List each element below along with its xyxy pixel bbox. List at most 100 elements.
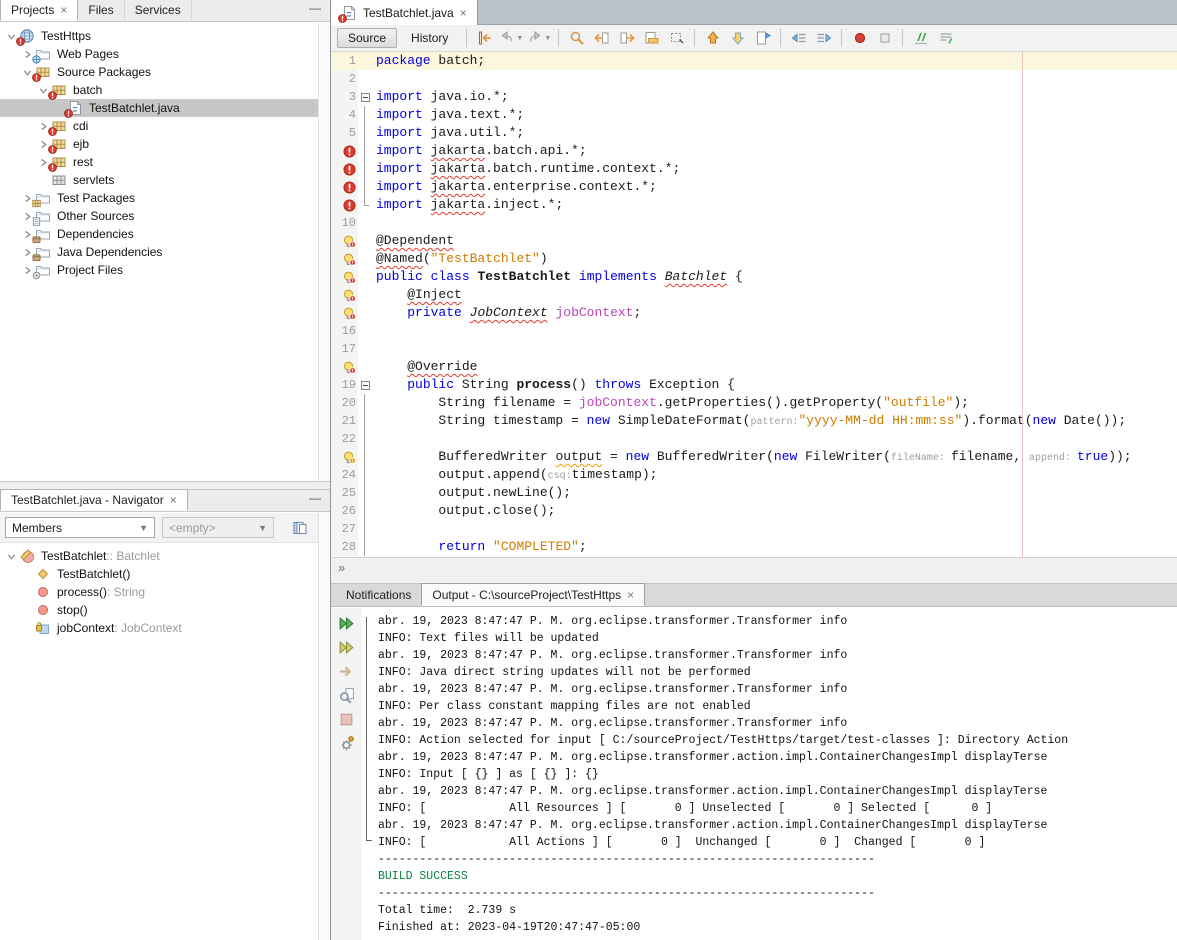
output-tab-output-c-sourceproject-testhttps[interactable]: Output - C:\sourceProject\TestHttps× [421, 583, 645, 606]
output-tab-notifications[interactable]: Notifications [336, 583, 421, 606]
expander-open-icon[interactable] [4, 550, 18, 562]
inherited-filter-select[interactable]: <empty> ▼ [162, 517, 274, 538]
navigator-toolbar: Members ▼ <empty> ▼ [0, 513, 318, 543]
output-console[interactable]: abr. 19, 2023 8:47:47 P. M. org.eclipse.… [362, 608, 1177, 940]
error-annotation-icon[interactable] [343, 199, 356, 212]
tree-item-rest[interactable]: rest [0, 153, 318, 171]
minimize-icon[interactable]: — [309, 1, 321, 15]
tree-item-project-files[interactable]: Project Files [0, 261, 318, 279]
fold-collapse-icon[interactable] [361, 93, 370, 102]
tree-item-testhttps[interactable]: TestHttps [0, 27, 318, 45]
tree-item-ejb[interactable]: ejb [0, 135, 318, 153]
show-columns-button[interactable] [287, 516, 313, 539]
start-macro-recording-icon [852, 30, 868, 46]
fold-start-marker[interactable] [358, 376, 372, 394]
bulb-error-annotation-icon[interactable] [343, 361, 356, 374]
shift-line-left-button[interactable] [787, 28, 810, 49]
line-number: 10 [342, 216, 356, 230]
stop-build-button[interactable] [334, 708, 358, 731]
find-previous-occurrence-button[interactable] [590, 28, 613, 49]
shift-line-left-icon [791, 30, 807, 46]
find-next-occurrence-icon [619, 30, 635, 46]
close-icon[interactable]: × [170, 495, 177, 505]
tree-item-web-pages[interactable]: Web Pages [0, 45, 318, 63]
history-view-button[interactable]: History [401, 29, 458, 47]
output-settings-button[interactable] [334, 732, 358, 755]
close-icon[interactable]: × [60, 5, 67, 15]
gutter-cell: 22 [331, 430, 358, 448]
minimize-icon[interactable]: — [309, 491, 321, 505]
tree-item-dependencies[interactable]: Dependencies [0, 225, 318, 243]
projects-tab-files[interactable]: Files [78, 0, 124, 21]
toggle-rectangular-selection-button[interactable] [665, 28, 688, 49]
breadcrumb-expand-icon[interactable]: » [338, 560, 344, 575]
tree-item-stop[interactable]: stop() [0, 601, 318, 619]
tree-item-process[interactable]: process() : String [0, 583, 318, 601]
chevron-down-icon[interactable]: ▼ [544, 35, 551, 42]
code-text: output.close(); [372, 502, 555, 520]
tree-item-testbatchlet[interactable]: TestBatchlet :: Batchlet [0, 547, 318, 565]
output-line-5: abr. 19, 2023 8:47:47 P. M. org.eclipse.… [378, 681, 1177, 698]
projects-tab-label: Projects [11, 3, 54, 17]
code-text [372, 430, 376, 448]
search-in-output-button[interactable] [334, 684, 358, 707]
projects-tab-services[interactable]: Services [125, 0, 192, 21]
fold-collapse-icon[interactable] [361, 381, 370, 390]
toggle-highlight-search-button[interactable] [640, 28, 663, 49]
code-text [372, 520, 376, 538]
bulb-error-annotation-icon[interactable] [343, 289, 356, 302]
output-line-16: BUILD SUCCESS [378, 868, 1177, 885]
jump-to-last-edit-button[interactable] [473, 28, 496, 49]
bulb-error-annotation-icon[interactable] [343, 235, 356, 248]
fold-start-marker[interactable] [358, 88, 372, 106]
error-annotation-icon[interactable] [343, 163, 356, 176]
next-bookmark-button[interactable] [726, 28, 749, 49]
output-tab-label: Notifications [346, 588, 411, 602]
bulb-error-annotation-icon[interactable] [343, 253, 356, 266]
output-fold-guide[interactable] [366, 617, 372, 841]
tree-item-servlets[interactable]: servlets [0, 171, 318, 189]
bulb-error-annotation-icon[interactable] [343, 307, 356, 320]
tree-item-java-dependencies[interactable]: Java Dependencies [0, 243, 318, 261]
tab-testbatchlet-java[interactable]: TestBatchlet.java × [331, 0, 478, 25]
back-button[interactable]: ▼ [498, 28, 524, 49]
toggle-bookmark-button[interactable] [751, 28, 774, 49]
previous-bookmark-button[interactable] [701, 28, 724, 49]
find-button[interactable] [565, 28, 588, 49]
members-view-select[interactable]: Members ▼ [5, 517, 155, 538]
rerun-with-different-parameters-button[interactable] [334, 636, 358, 659]
tree-item-testbatchlet[interactable]: TestBatchlet() [0, 565, 318, 583]
close-icon[interactable]: × [627, 590, 634, 600]
projects-tab-projects[interactable]: Projects × [0, 0, 78, 21]
uncomment-button[interactable] [934, 28, 957, 49]
error-annotation-icon[interactable] [343, 181, 356, 194]
line-number: 20 [342, 396, 356, 410]
comment-icon [913, 30, 929, 46]
code-line-14: @Inject [331, 286, 1177, 304]
tree-item-source-packages[interactable]: Source Packages [0, 63, 318, 81]
comment-button[interactable] [909, 28, 932, 49]
tree-item-batch[interactable]: batch [0, 81, 318, 99]
tree-item-jobcontext[interactable]: jobContext : JobContext [0, 619, 318, 637]
error-annotation-icon[interactable] [343, 145, 356, 158]
run-button[interactable] [334, 660, 358, 683]
tree-item-other-sources[interactable]: Other Sources [0, 207, 318, 225]
close-icon[interactable]: × [460, 8, 467, 18]
bulb-warning-annotation-icon[interactable] [343, 451, 356, 464]
forward-button[interactable]: ▼ [526, 28, 552, 49]
code-line-10: 10 [331, 214, 1177, 232]
start-macro-recording-button[interactable] [848, 28, 871, 49]
tab-navigator[interactable]: TestBatchlet.java - Navigator × [0, 489, 188, 511]
tree-item-cdi[interactable]: cdi [0, 117, 318, 135]
rerun-button[interactable] [334, 612, 358, 635]
stop-macro-recording-button[interactable] [873, 28, 896, 49]
find-next-occurrence-button[interactable] [615, 28, 638, 49]
chevron-down-icon[interactable]: ▼ [516, 35, 523, 42]
bulb-error-annotation-icon[interactable] [343, 271, 356, 284]
code-editor[interactable]: 1package batch;23import java.io.*;4impor… [331, 52, 1177, 557]
tree-item-testbatchlet-java[interactable]: TestBatchlet.java [0, 99, 318, 117]
tree-item-test-packages[interactable]: Test Packages [0, 189, 318, 207]
shift-line-right-button[interactable] [812, 28, 835, 49]
folder-other-icon [35, 208, 51, 224]
source-view-button[interactable]: Source [337, 28, 397, 48]
